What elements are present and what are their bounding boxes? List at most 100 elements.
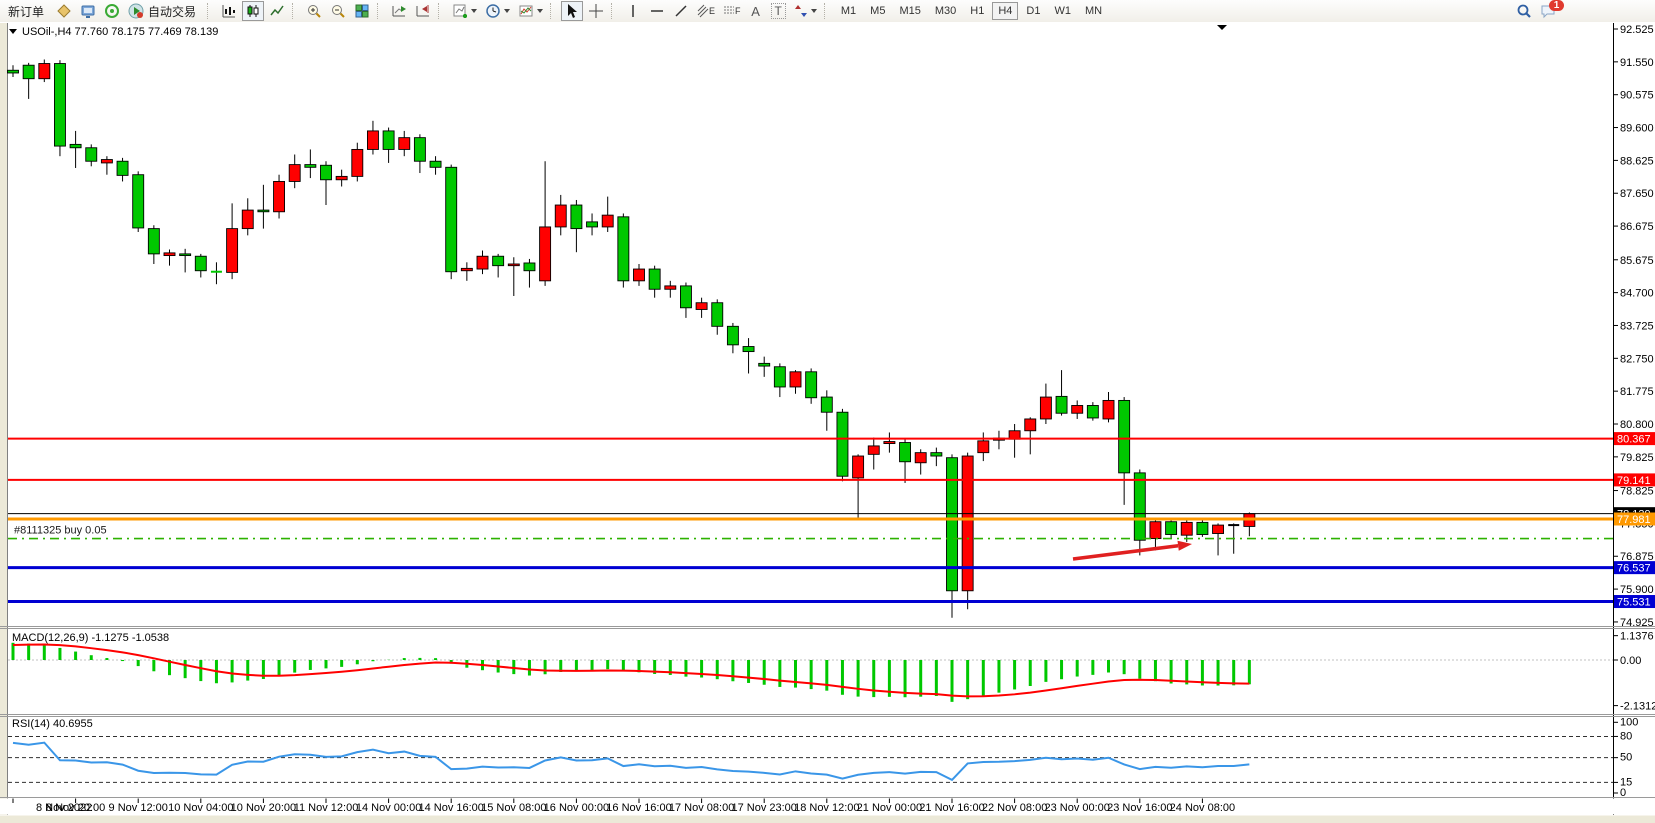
time-axis-label: 10 Nov 04:00	[168, 802, 233, 814]
auto-trading-button[interactable]: 自动交易	[125, 1, 203, 21]
trendline-tool-button[interactable]	[670, 1, 692, 21]
time-axis-label: 21 Nov 16:00	[919, 802, 984, 814]
timeframe-button-w1[interactable]: W1	[1048, 2, 1077, 20]
svg-text:86.675: 86.675	[1620, 221, 1654, 233]
cursor-tool-button[interactable]	[561, 1, 583, 21]
time-axis-label: 23 Nov 00:00	[1044, 802, 1109, 814]
toolbar-separator	[611, 3, 618, 19]
zoom-in-icon[interactable]	[303, 1, 325, 21]
svg-text:74.925: 74.925	[1620, 617, 1654, 629]
toolbar-separator	[438, 3, 445, 19]
timeframe-button-m15[interactable]: M15	[893, 2, 926, 20]
timeframe-button-d1[interactable]: D1	[1020, 2, 1046, 20]
line-chart-type-button[interactable]	[266, 1, 288, 21]
candle-chart-type-button[interactable]	[242, 1, 264, 21]
svg-text:88.625: 88.625	[1620, 155, 1654, 167]
search-icon[interactable]	[1513, 1, 1535, 21]
auto-trading-label: 自动交易	[144, 3, 200, 20]
new-chart-button[interactable]	[449, 1, 480, 21]
text-tool-button[interactable]: A	[746, 1, 766, 21]
svg-text:89.600: 89.600	[1620, 123, 1654, 135]
crosshair-tool-button[interactable]	[585, 1, 607, 21]
time-axis-label: 18 Nov 12:00	[794, 802, 859, 814]
svg-text:92.525: 92.525	[1620, 24, 1654, 36]
time-axis-label: 15 Nov 08:00	[481, 802, 546, 814]
label-tool-button[interactable]: T	[768, 1, 789, 21]
time-axis-label: 23 Nov 16:00	[1107, 802, 1172, 814]
label-tool-label: T	[771, 3, 786, 19]
macd-label: MACD(12,26,9) -1.1275 -1.0538	[12, 632, 169, 644]
svg-text:83.725: 83.725	[1620, 320, 1654, 332]
time-axis-label: 14 Nov 00:00	[356, 802, 421, 814]
rsi-label: RSI(14) 40.6955	[12, 718, 93, 730]
svg-text:50: 50	[1620, 752, 1632, 764]
navigator-signal-icon[interactable]	[101, 1, 123, 21]
svg-text:-2.1312: -2.1312	[1620, 701, 1655, 713]
new-order-label: 新订单	[4, 3, 48, 20]
time-axis-label: 16 Nov 00:00	[544, 802, 609, 814]
chart-shift-icon[interactable]	[412, 1, 434, 21]
svg-text:100: 100	[1620, 716, 1638, 728]
horizontal-line-tool-button[interactable]	[646, 1, 668, 21]
channel-tool-button[interactable]: E	[694, 1, 718, 21]
toolbar-separator	[824, 3, 831, 19]
time-axis-label: 17 Nov 08:00	[669, 802, 734, 814]
toolbar-right-group: 1	[1512, 1, 1560, 21]
svg-text:84.700: 84.700	[1620, 288, 1654, 300]
svg-text:91.550: 91.550	[1620, 57, 1654, 69]
svg-text:#8111325 buy 0.05: #8111325 buy 0.05	[14, 525, 107, 537]
template-button[interactable]	[515, 1, 546, 21]
svg-text:78.825: 78.825	[1620, 486, 1654, 498]
timeframe-button-m1[interactable]: M1	[835, 2, 862, 20]
vertical-line-tool-button[interactable]	[622, 1, 644, 21]
time-axis-label: 24 Nov 08:00	[1170, 802, 1235, 814]
shapes-tool-button[interactable]	[791, 1, 820, 21]
svg-text:82.750: 82.750	[1620, 353, 1654, 365]
timeframe-button-h1[interactable]: H1	[964, 2, 990, 20]
time-axis: 8 Nov 20228 Nov 20:009 Nov 12:0010 Nov 0…	[0, 799, 1655, 815]
notification-badge: 1	[1549, 0, 1564, 11]
tile-windows-icon[interactable]	[351, 1, 373, 21]
timeframe-button-m30[interactable]: M30	[929, 2, 962, 20]
terminal-window: 新订单 自动交易	[0, 0, 1655, 823]
data-window-icon[interactable]	[77, 1, 99, 21]
time-axis-label: 9 Nov 12:00	[109, 802, 168, 814]
period-clock-button[interactable]	[482, 1, 513, 21]
new-order-button[interactable]: 新订单	[1, 1, 51, 21]
fibonacci-tool-button[interactable]: F	[720, 1, 744, 21]
toolbar-separator	[550, 3, 557, 19]
time-axis-label: 10 Nov 20:00	[231, 802, 296, 814]
svg-text:79.825: 79.825	[1620, 452, 1654, 464]
toolbar-separator	[207, 3, 214, 19]
time-axis-label: 14 Nov 16:00	[418, 802, 483, 814]
bar-chart-type-button[interactable]	[218, 1, 240, 21]
dropdown-arrow-icon	[471, 9, 477, 13]
notifications-chat-icon[interactable]: 1	[1537, 1, 1559, 21]
toolbar-separator	[292, 3, 299, 19]
timeframe-button-mn[interactable]: MN	[1079, 2, 1108, 20]
zoom-out-icon[interactable]	[327, 1, 349, 21]
svg-text:79.141: 79.141	[1617, 475, 1651, 487]
svg-text:0.00: 0.00	[1620, 655, 1641, 667]
svg-text:85.675: 85.675	[1620, 255, 1654, 267]
chart-canvas[interactable]: #8111325 buy 0.05USOil-,H4 77.760 78.175…	[0, 22, 1655, 823]
market-watch-icon[interactable]	[53, 1, 75, 21]
time-axis-label: 16 Nov 16:00	[606, 802, 671, 814]
svg-text:90.575: 90.575	[1620, 90, 1654, 102]
dropdown-arrow-icon	[537, 9, 543, 13]
svg-text:75.900: 75.900	[1620, 584, 1654, 596]
time-axis-label: 8 Nov 20:00	[46, 802, 105, 814]
dropdown-arrow-icon	[811, 9, 817, 13]
svg-text:80.800: 80.800	[1620, 419, 1654, 431]
toolbar: 新订单 自动交易	[0, 0, 1655, 23]
timeframe-button-h4[interactable]: H4	[992, 2, 1018, 20]
time-axis-label: 11 Nov 12:00	[294, 802, 359, 814]
timeframe-group: M1M5M15M30H1H4D1W1MN	[834, 2, 1109, 20]
svg-text:80.367: 80.367	[1617, 434, 1651, 446]
auto-scroll-icon[interactable]	[388, 1, 410, 21]
fibonacci-tool-sub-label: F	[735, 6, 741, 16]
timeframe-button-m5[interactable]: M5	[864, 2, 891, 20]
text-tool-label: A	[751, 4, 760, 19]
svg-text:76.537: 76.537	[1617, 563, 1651, 575]
svg-text:80: 80	[1620, 730, 1632, 742]
